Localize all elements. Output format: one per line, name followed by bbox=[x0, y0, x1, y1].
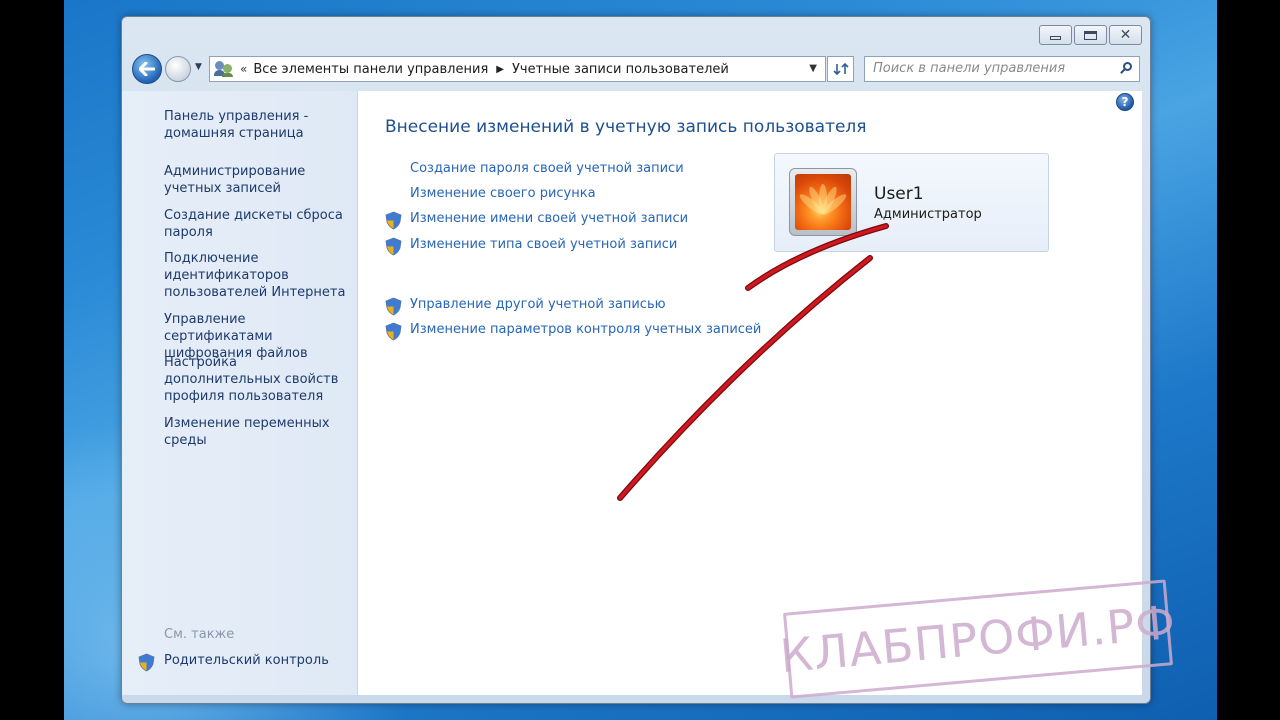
page-title: Внесение изменений в учетную запись поль… bbox=[385, 117, 867, 137]
flower-picture-icon bbox=[795, 174, 851, 230]
minimize-button[interactable] bbox=[1039, 25, 1072, 45]
task-create-password[interactable]: Создание пароля своей учетной записи bbox=[410, 161, 684, 176]
user-name: User1 bbox=[874, 184, 924, 204]
breadcrumb-separator-icon[interactable]: ▶ bbox=[496, 64, 504, 75]
close-button[interactable]: ✕ bbox=[1109, 25, 1142, 45]
minimize-icon bbox=[1050, 36, 1061, 40]
back-button[interactable] bbox=[132, 54, 162, 84]
refresh-icon bbox=[832, 62, 849, 76]
address-dropdown-icon[interactable]: ▼ bbox=[809, 63, 817, 74]
search-icon[interactable] bbox=[1120, 62, 1132, 74]
task-change-account-name[interactable]: Изменение имени своей учетной записи bbox=[410, 211, 688, 226]
shield-icon bbox=[138, 653, 155, 672]
sidebar-item-control-panel-home[interactable]: Панель управления - домашняя страница bbox=[164, 108, 354, 142]
sidebar-item-environment-variables[interactable]: Изменение переменных среды bbox=[164, 415, 354, 449]
sidebar-item-advanced-profile-properties[interactable]: Настройка дополнительных свойств профиля… bbox=[164, 354, 354, 405]
history-dropdown-icon[interactable]: ▼ bbox=[195, 62, 202, 72]
sidebar-item-password-reset-disk[interactable]: Создание дискеты сброса пароля bbox=[164, 207, 354, 241]
user-accounts-icon bbox=[214, 61, 234, 77]
sidebar-item-link-online-ids[interactable]: Подключение идентификаторов пользователе… bbox=[164, 250, 354, 301]
back-arrow-icon bbox=[139, 62, 155, 76]
see-also-heading: См. также bbox=[164, 627, 235, 642]
task-manage-another-account[interactable]: Управление другой учетной записью bbox=[410, 297, 666, 312]
user-avatar[interactable] bbox=[789, 168, 857, 236]
task-change-uac-settings[interactable]: Изменение параметров контроля учетных за… bbox=[410, 322, 761, 337]
uac-shield-icon bbox=[385, 322, 402, 341]
user-account-tile[interactable]: User1 Администратор bbox=[774, 153, 1049, 252]
sidebar-item-parental-controls[interactable]: Родительский контроль bbox=[164, 653, 329, 668]
caption-buttons: ✕ bbox=[1039, 25, 1142, 45]
address-bar[interactable]: « Все элементы панели управления ▶ Учетн… bbox=[209, 56, 826, 82]
close-icon: ✕ bbox=[1119, 27, 1132, 43]
uac-shield-icon bbox=[385, 297, 402, 316]
search-input[interactable]: Поиск в панели управления bbox=[864, 56, 1140, 82]
task-change-account-type[interactable]: Изменение типа своей учетной записи bbox=[410, 237, 677, 252]
task-change-picture[interactable]: Изменение своего рисунка bbox=[410, 186, 596, 201]
user-role: Администратор bbox=[874, 207, 982, 222]
uac-shield-icon bbox=[385, 211, 402, 230]
maximize-button[interactable] bbox=[1074, 25, 1107, 45]
help-button[interactable]: ? bbox=[1116, 93, 1134, 111]
search-placeholder: Поиск в панели управления bbox=[873, 61, 1066, 76]
breadcrumb-overflow-icon[interactable]: « bbox=[240, 62, 247, 76]
breadcrumb-user-accounts[interactable]: Учетные записи пользователей bbox=[512, 62, 729, 77]
uac-shield-icon bbox=[385, 237, 402, 256]
sidebar: Панель управления - домашняя страница Ад… bbox=[122, 91, 358, 695]
navigation-bar: ▼ « Все элементы панели управления ▶ Уче… bbox=[130, 53, 1142, 87]
breadcrumb-all-control-panel-items[interactable]: Все элементы панели управления bbox=[253, 62, 488, 77]
forward-button[interactable] bbox=[165, 56, 191, 82]
sidebar-item-manage-accounts[interactable]: Администрирование учетных записей bbox=[164, 163, 354, 197]
refresh-button[interactable] bbox=[827, 56, 854, 82]
maximize-icon bbox=[1084, 30, 1097, 40]
